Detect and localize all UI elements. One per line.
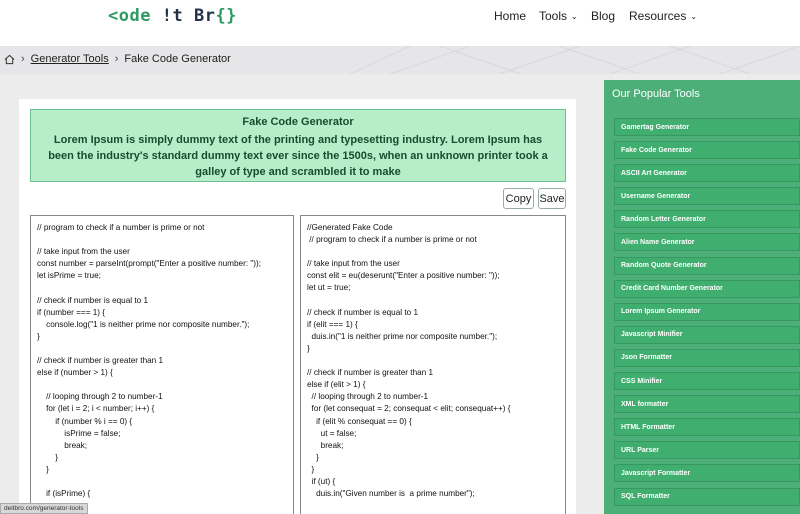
popular-tools-title: Our Popular Tools [612,88,700,100]
description-title: Fake Code Generator [242,116,354,128]
tool-link-alien-name[interactable]: Alien Name Generator [614,233,800,252]
description-text: Lorem Ipsum is simply dummy text of the … [48,134,548,178]
tool-link-js-minifier[interactable]: Javascript Minifier [614,325,800,344]
nav-home[interactable]: Home [494,9,526,23]
status-bar-url: deitbro.com/generator-tools [0,503,88,514]
tool-link-xml-formatter[interactable]: XML formatter [614,395,800,414]
breadcrumb-current: Fake Code Generator [124,53,231,65]
breadcrumb-link-generator-tools[interactable]: Generator Tools [31,53,109,65]
output-code-textarea[interactable]: //Generated Fake Code // program to chec… [300,215,566,514]
tool-link-username[interactable]: Username Generator [614,187,800,206]
description-box: Fake Code Generator Lorem Ipsum is simpl… [30,109,566,182]
tool-link-css-minifier[interactable]: CSS Minifier [614,372,800,391]
tool-link-url-parser[interactable]: URL Parser [614,441,800,460]
nav-home-label: Home [494,9,527,23]
input-code-textarea[interactable]: // program to check if a number is prime… [30,215,294,514]
nav-blog[interactable]: Blog [591,9,615,23]
nav-resources-label: Resources [629,9,687,23]
chevron-right-icon: › [21,53,25,65]
logo-suffix: {} [215,6,237,26]
tool-link-fake-code[interactable]: Fake Code Generator [614,141,800,160]
tool-link-random-letter[interactable]: Random Letter Generator [614,210,800,229]
home-icon[interactable] [4,54,15,65]
popular-tools-list: Gamertag Generator Fake Code Generator A… [614,118,800,511]
popular-tools-panel: Our Popular Tools Gamertag Generator Fak… [604,80,800,514]
tool-link-random-quote[interactable]: Random Quote Generator [614,256,800,275]
nav-tools-label: Tools [539,9,568,23]
breadcrumb-band: › Generator Tools › Fake Code Generator [0,46,800,74]
tool-link-credit-card[interactable]: Credit Card Number Generator [614,279,800,298]
nav-blog-label: Blog [591,9,616,23]
decorative-lines [350,46,800,74]
tool-link-html-formatter[interactable]: HTML Formatter [614,418,800,437]
tool-link-gamertag[interactable]: Gamertag Generator [614,118,800,136]
nav-tools[interactable]: Tools ⌄ [539,9,578,23]
chevron-right-icon: › [114,53,119,65]
breadcrumb: › Generator Tools › Fake Code Generator [4,53,231,65]
tool-link-lorem-ipsum[interactable]: Lorem Ipsum Generator [614,302,800,321]
chevron-down-icon: ⌄ [690,12,698,21]
tool-link-sql-formatter[interactable]: SQL Formatter [614,487,800,506]
save-button[interactable]: Save [538,188,566,209]
logo-text-ode: ode [118,6,151,26]
tool-link-json-formatter[interactable]: Json Formatter [614,348,800,367]
nav-resources[interactable]: Resources ⌄ [629,9,697,23]
chevron-down-icon: ⌄ [571,12,578,21]
tool-link-ascii-art[interactable]: ASCII Art Generator [614,164,800,183]
copy-button[interactable]: Copy [503,188,534,209]
logo-text-br: Br [193,6,216,26]
logo-prefix: < [108,6,119,26]
site-header: <ode !t Br{} Home Tools ⌄ Blog Resources ⌄ [0,0,800,46]
logo-text-it: !t [161,6,184,26]
site-logo[interactable]: <ode !t Br{} [108,6,237,26]
tool-link-js-formatter[interactable]: Javascript Formatter [614,464,800,483]
